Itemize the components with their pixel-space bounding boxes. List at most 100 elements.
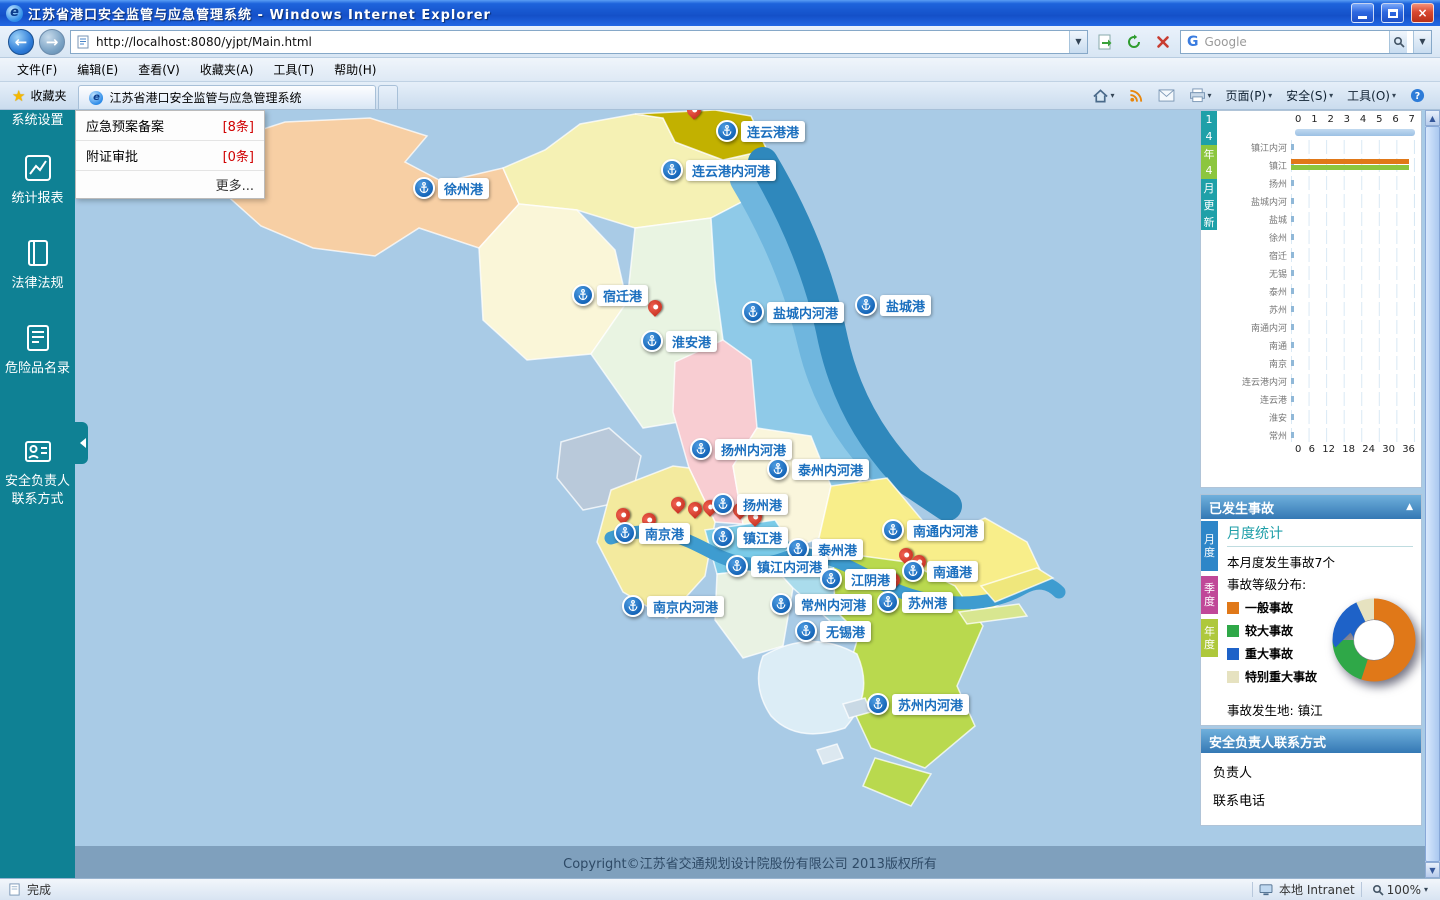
sidebar-item[interactable]: 危险品名录 [0,308,75,393]
port-marker[interactable]: 南京港 [614,522,690,544]
vertical-scrollbar[interactable]: ▲ ▼ [1425,110,1440,878]
contact-icon [23,436,53,466]
port-marker[interactable]: 盐城内河港 [742,301,844,323]
forward-button[interactable]: → [39,29,65,55]
window-title: 江苏省港口安全监管与应急管理系统 - Windows Internet Expl… [28,4,1344,23]
search-icon[interactable] [1389,31,1407,53]
book-icon [23,238,53,268]
anchor-icon [877,591,899,613]
port-label: 镇江内河港 [751,556,828,577]
rss-feed-icon[interactable] [1124,86,1149,105]
port-marker[interactable]: 南通内河港 [882,519,984,541]
search-input[interactable]: G Google ▼ [1180,30,1432,54]
update-label-char: 1 [1201,111,1217,128]
accident-tab[interactable]: 年度 [1201,619,1218,657]
page-menu-button[interactable]: 页面(P)▾ [1221,85,1278,106]
favorites-button[interactable]: ★ 收藏夹 [0,82,78,109]
axis-tick: 18 [1342,444,1355,457]
axis-tick: 36 [1402,444,1415,457]
title-bar: e 江苏省港口安全监管与应急管理系统 - Windows Internet Ex… [0,0,1440,26]
port-marker[interactable]: 常州内河港 [770,593,872,615]
collapse-up-icon[interactable]: ▲ [1406,502,1413,512]
port-marker[interactable]: 扬州内河港 [690,438,792,460]
maximize-button[interactable] [1381,3,1404,23]
port-label: 徐州港 [438,178,489,199]
port-marker[interactable]: 徐州港 [413,177,489,199]
port-marker[interactable]: 无锡港 [795,620,871,642]
port-marker[interactable]: 盐城港 [855,294,931,316]
status-bar: 完成 本地 Intranet 100% ▾ [0,878,1440,900]
menu-item[interactable]: 帮助(H) [325,59,385,80]
port-marker[interactable]: 淮安港 [641,330,717,352]
chart-row: 南通内河 [1217,318,1418,336]
chart-row-label: 盐城内河 [1217,195,1291,208]
read-mail-icon[interactable] [1153,87,1180,104]
address-dropdown-icon[interactable]: ▼ [1069,31,1087,53]
tools-menu-button[interactable]: 工具(O)▾ [1342,85,1401,106]
port-marker[interactable]: 南通港 [902,560,978,582]
home-button[interactable]: ▾ [1087,86,1120,106]
port-marker[interactable]: 宿迁港 [572,284,648,306]
anchor-icon [855,294,877,316]
port-label: 盐城内河港 [767,302,844,323]
accident-tab[interactable]: 月度 [1201,521,1218,571]
compatibility-view-icon[interactable] [1093,30,1117,54]
page-icon [76,35,90,49]
more-link[interactable]: 更多... [76,171,264,198]
help-icon[interactable]: ? [1405,86,1430,105]
address-input[interactable]: http://localhost:8080/yjpt/Main.html ▼ [70,30,1088,54]
port-marker[interactable]: 苏州内河港 [867,693,969,715]
new-tab-stub[interactable] [378,85,398,109]
sidebar-item[interactable]: 法律法规 [0,223,75,308]
refresh-icon[interactable] [1122,30,1146,54]
back-button[interactable]: ← [8,29,34,55]
menu-item[interactable]: 文件(F) [8,59,66,80]
sidebar-item[interactable]: 安全负责人联系方式 [0,421,75,524]
quick-panel-row[interactable]: 应急预案备案 [8条] [76,111,264,141]
sidebar-item[interactable]: 系统设置 [0,110,75,138]
port-marker[interactable]: 连云港港 [716,120,805,142]
port-marker[interactable]: 连云港内河港 [661,159,776,181]
close-button[interactable]: × [1411,3,1434,23]
menu-item[interactable]: 编辑(E) [68,59,127,80]
chart-row: 淮安 [1217,408,1418,426]
chart-row: 常州 [1217,426,1418,444]
port-marker[interactable]: 扬州港 [712,493,788,515]
sidebar-item[interactable]: 统计报表 [0,138,75,223]
sidebar-item-label: 安全负责人联系方式 [2,473,73,509]
scroll-up-icon[interactable]: ▲ [1425,110,1440,126]
menu-item[interactable]: 工具(T) [264,59,323,80]
menu-item[interactable]: 查看(V) [129,59,189,80]
port-marker[interactable]: 南京内河港 [622,595,724,617]
accident-tab[interactable]: 季度 [1201,576,1218,614]
menu-item[interactable]: 收藏夹(A) [191,59,263,80]
scrollbar-thumb[interactable] [1425,126,1440,862]
contact-panel-header[interactable]: 安全负责人联系方式 [1201,729,1421,753]
tab-favicon: e [89,91,103,105]
axis-tick: 6 [1309,444,1315,457]
axis-tick: 4 [1360,114,1366,127]
update-label-char: 新 [1201,213,1217,230]
accident-panel-header[interactable]: 已发生事故 ▲ [1201,495,1421,519]
search-dropdown-icon[interactable]: ▼ [1413,31,1431,53]
stop-icon[interactable] [1151,30,1175,54]
safety-menu-button[interactable]: 安全(S)▾ [1281,85,1338,106]
star-icon: ★ [12,87,25,105]
legend-swatch [1227,648,1239,660]
tab-main[interactable]: e 江苏省港口安全监管与应急管理系统 [78,85,376,109]
quick-panel-count: [8条] [223,116,254,135]
port-marker[interactable]: 泰州内河港 [767,458,869,480]
zoom-control[interactable]: 100% ▾ [1368,883,1432,897]
minimize-button[interactable] [1351,3,1374,23]
scroll-down-icon[interactable]: ▼ [1425,862,1440,878]
port-marker[interactable]: 江阴港 [820,568,896,590]
port-marker[interactable]: 苏州港 [877,591,953,613]
sidebar-collapse-handle[interactable] [75,422,88,464]
port-marker[interactable]: 镇江港 [712,526,788,548]
print-button[interactable]: ▾ [1184,86,1217,105]
quick-panel-row[interactable]: 附证审批 [0条] [76,141,264,171]
port-marker[interactable]: 镇江内河港 [726,555,828,577]
accident-donut-chart [1331,597,1417,683]
chart-scroll-strip[interactable] [1295,129,1415,136]
sidebar-item-label: 系统设置 [11,112,63,130]
